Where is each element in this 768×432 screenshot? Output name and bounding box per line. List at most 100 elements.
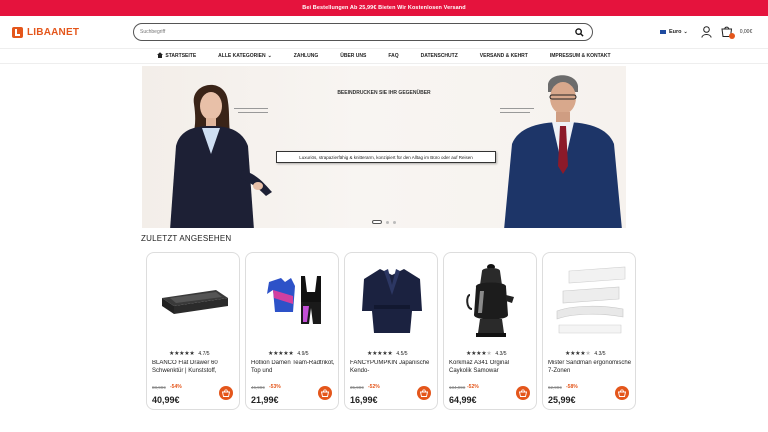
nav-label: DATENSCHUTZ [420, 53, 458, 59]
logo-icon [12, 26, 25, 39]
discount-badge: -58% [566, 384, 578, 390]
product-card[interactable]: ★★★★★ 4.3/5 Mister Sandman ergonomische … [542, 252, 636, 410]
product-rating: ★★★★★ 4.9/5 [268, 350, 309, 358]
nav-item-alle-kategorien[interactable]: ALLE KATEGORIEN ⌄ [207, 53, 283, 59]
product-price: 16,99€ [350, 395, 378, 405]
hero-banner[interactable]: BEEINDRUCKEN SIE IHR GEGENÜBER Luxuriös,… [142, 66, 626, 228]
cart-total: 0,00€ [739, 29, 753, 35]
chevron-down-icon: ⌄ [267, 53, 272, 59]
product-price: 40,99€ [152, 395, 180, 405]
rating-value: 4.3/5 [495, 350, 507, 357]
hero-woman-image [170, 84, 272, 228]
nav-item-versand[interactable]: VERSAND & KEHRT [469, 53, 539, 59]
cart-icon[interactable] [720, 25, 735, 39]
product-title: FANCYPUMPKIN Japanische Kendo- [350, 360, 430, 374]
product-rating: ★★★★★ 4.3/5 [466, 350, 507, 358]
nav-label: ÜBER UNS [340, 53, 367, 59]
header-actions: Euro ⌄ 0,00€ [660, 24, 752, 40]
product-image [351, 259, 433, 341]
product-title: Korkmaz A341 Orginal Caykolik Samowar [449, 360, 510, 374]
product-rating: ★★★★★ 4.3/5 [565, 350, 606, 358]
main-nav: STARTSEITE ALLE KATEGORIEN ⌄ ZAHLUNG ÜBE… [0, 48, 768, 64]
basket-icon [222, 389, 230, 397]
carousel-dot[interactable] [386, 220, 389, 224]
product-price: 64,99€ [449, 395, 477, 405]
search-input[interactable] [140, 29, 574, 35]
old-price: 62,99€ [548, 385, 562, 390]
product-card[interactable]: ★★★★★ 4.7/5 BLANCO Flat Drawer 60 Schwen… [146, 252, 240, 410]
product-price: 25,99€ [548, 395, 576, 405]
basket-icon [321, 389, 329, 397]
nav-label: IMPRESSUM & KONTAKT [549, 53, 611, 59]
hero-caption: Luxuriös, strapazierfähig & knitterarm, … [276, 151, 496, 163]
nav-item-datenschutz[interactable]: DATENSCHUTZ [410, 53, 469, 59]
basket-icon [618, 389, 626, 397]
hero-decoration-line [234, 108, 268, 109]
discount-badge: -54% [170, 384, 182, 390]
currency-label: Euro [669, 29, 682, 35]
nav-item-faq[interactable]: FAQ [377, 53, 409, 59]
add-to-cart-button[interactable] [318, 386, 332, 400]
logo-text: LIBAANET [27, 26, 80, 38]
basket-icon [519, 389, 527, 397]
add-to-cart-button[interactable] [516, 386, 530, 400]
discount-badge: -52% [368, 384, 380, 390]
nav-item-zahlung[interactable]: ZAHLUNG [283, 53, 329, 59]
discount-badge: -52% [467, 384, 479, 390]
add-to-cart-button[interactable] [615, 386, 629, 400]
rating-value: 4.5/5 [396, 350, 408, 357]
product-image [450, 259, 532, 341]
product-price: 21,99€ [251, 395, 279, 405]
product-rating: ★★★★★ 4.5/5 [367, 350, 408, 358]
basket-icon [420, 389, 428, 397]
star-rating-icon: ★★★★★ [466, 351, 492, 357]
star-rating-icon: ★★★★★ [268, 351, 294, 357]
nav-item-startseite[interactable]: STARTSEITE [146, 52, 207, 60]
home-icon [157, 52, 164, 60]
eu-flag-icon [660, 30, 666, 34]
carousel-dot[interactable] [393, 220, 396, 224]
nav-item-impressum[interactable]: IMPRESSUM & KONTAKT [539, 53, 622, 59]
nav-label: FAQ [388, 53, 399, 59]
discount-badge: -53% [269, 384, 281, 390]
product-title: BLANCO Flat Drawer 60 Schwenktür | Kunst… [152, 360, 218, 374]
star-rating-icon: ★★★★★ [367, 351, 393, 357]
old-price: 35,99€ [350, 385, 364, 390]
star-rating-icon: ★★★★★ [169, 351, 195, 357]
rating-value: 4.7/5 [198, 350, 210, 357]
hero-decoration-line [238, 112, 268, 113]
currency-selector[interactable]: Euro ⌄ [660, 29, 688, 35]
search-icon[interactable] [574, 27, 584, 37]
product-image [549, 259, 631, 341]
star-rating-icon: ★★★★★ [565, 351, 591, 357]
rating-value: 4.3/5 [594, 350, 606, 357]
product-card[interactable]: ★★★★★ 4.5/5 FANCYPUMPKIN Japanische Kend… [344, 252, 438, 410]
product-card[interactable]: ★★★★★ 4.3/5 Korkmaz A341 Orginal Caykoli… [443, 252, 537, 410]
old-price: 88,99€ [152, 385, 166, 390]
carousel-dots [142, 220, 626, 224]
add-to-cart-button[interactable] [417, 386, 431, 400]
product-title: Mister Sandman ergonomische 7-Zonen [548, 360, 632, 374]
product-list: ★★★★★ 4.7/5 BLANCO Flat Drawer 60 Schwen… [146, 252, 636, 410]
search-bar [133, 23, 593, 41]
user-icon[interactable] [700, 25, 714, 39]
promo-bar: Bei Bestellungen Ab 25,99€ Bieten Wir Ko… [0, 0, 768, 16]
old-price: 134,99€ [449, 385, 466, 390]
product-rating: ★★★★★ 4.7/5 [169, 350, 210, 358]
old-price: 46,99€ [251, 385, 265, 390]
product-image [153, 259, 235, 341]
nav-label: VERSAND & KEHRT [479, 53, 528, 59]
chevron-down-icon: ⌄ [683, 29, 688, 35]
product-title: Hotlion Damen Team-Radtrikot, Top und [251, 360, 335, 374]
promo-text: Bei Bestellungen Ab 25,99€ Bieten Wir Ko… [302, 5, 466, 11]
product-card[interactable]: ★★★★★ 4.9/5 Hotlion Damen Team-Radtrikot… [245, 252, 339, 410]
add-to-cart-button[interactable] [219, 386, 233, 400]
section-title-recently-viewed: ZULETZT ANGESEHEN [141, 234, 232, 243]
logo[interactable]: LIBAANET [12, 24, 79, 40]
nav-item-ueber-uns[interactable]: ÜBER UNS [329, 53, 377, 59]
hero-man-image [504, 75, 622, 228]
rating-value: 4.9/5 [297, 350, 309, 357]
nav-label: STARTSEITE [165, 53, 197, 59]
cart-badge [728, 33, 735, 39]
carousel-dot[interactable] [372, 220, 382, 224]
